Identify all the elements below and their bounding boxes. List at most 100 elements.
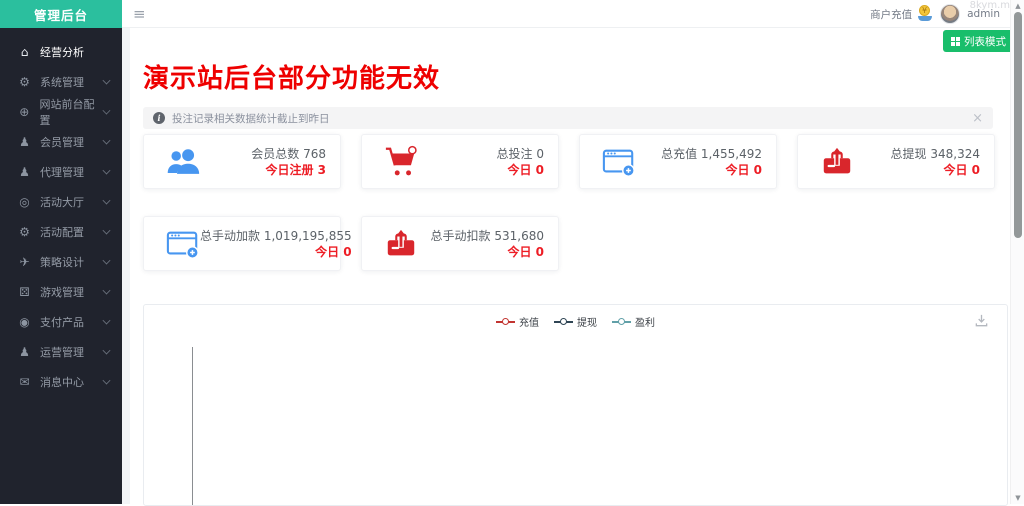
sidebar-item-label: 会员管理 xyxy=(40,134,84,150)
scrollbar-thumb[interactable] xyxy=(1014,12,1022,238)
main-content: 列表模式 演示站后台部分功能无效 i 投注记录相关数据统计截止到昨日 × 会员总… xyxy=(122,28,1024,504)
sidebar-item-site-frontend-config[interactable]: ⊕ 网站前台配置 xyxy=(0,97,122,127)
sidebar-item-payment-products[interactable]: ◉ 支付产品 xyxy=(0,307,122,337)
sidebar-item-label: 活动大厅 xyxy=(40,194,84,210)
sidebar-item-agent-management[interactable]: ♟ 代理管理 xyxy=(0,157,122,187)
payment-icon: ◉ xyxy=(17,315,32,329)
sidebar-item-label: 代理管理 xyxy=(40,164,84,180)
stat-card-manual-credit: 总手动加款 1,019,195,855 今日 0 xyxy=(143,216,341,271)
card-title: 总手动扣款 xyxy=(431,229,491,243)
chart-y-axis xyxy=(192,347,193,505)
line-marker-icon xyxy=(554,321,573,323)
window-add-icon xyxy=(166,227,200,261)
chevron-down-icon xyxy=(103,107,111,115)
coin-hand-icon: ¥ xyxy=(917,5,933,23)
card-sub-label: 今日 xyxy=(507,163,531,177)
sidebar-item-label: 策略设计 xyxy=(40,254,84,270)
chevron-down-icon xyxy=(103,317,111,325)
demo-warning-title: 演示站后台部分功能无效 xyxy=(143,58,440,95)
chevron-down-icon xyxy=(103,167,111,175)
activity-hall-icon: ◎ xyxy=(17,195,32,209)
legend-item-recharge[interactable]: 充值 xyxy=(496,314,539,329)
stat-card-total-recharge: 总充值 1,455,492 今日 0 xyxy=(579,134,777,189)
card-sub-value: 0 xyxy=(536,163,544,177)
hamburger-menu-icon[interactable]: ≡ xyxy=(133,5,146,23)
legend-item-withdrawal[interactable]: 提现 xyxy=(554,314,597,329)
card-sub-value: 0 xyxy=(972,163,980,177)
card-title: 总手动加款 xyxy=(200,229,260,243)
watermark-text: 8kym.m xyxy=(970,0,1010,11)
list-mode-button[interactable]: 列表模式 xyxy=(943,30,1014,52)
briefcase-up-icon xyxy=(820,145,854,179)
list-mode-label: 列表模式 xyxy=(964,34,1006,49)
gear-icon: ⚙ xyxy=(17,75,32,89)
chevron-down-icon xyxy=(103,287,111,295)
sidebar-item-system-management[interactable]: ⚙ 系统管理 xyxy=(0,67,122,97)
sidebar: 管理后台 ⌂ 经营分析 ⚙ 系统管理 ⊕ 网站前台配置 ♟ 会员管理 ♟ 代理管… xyxy=(0,0,122,504)
merchant-recharge-link[interactable]: 商户充值 ¥ xyxy=(870,5,933,23)
avatar[interactable] xyxy=(940,4,960,24)
sidebar-item-strategy-design[interactable]: ✈ 策略设计 xyxy=(0,247,122,277)
sidebar-item-label: 运营管理 xyxy=(40,344,84,360)
card-sub-value: 0 xyxy=(754,163,762,177)
app-logo: 管理后台 xyxy=(0,0,122,28)
legend-item-profit[interactable]: 盈利 xyxy=(612,314,655,329)
card-sub-label: 今日 xyxy=(507,245,531,259)
notice-text: 投注记录相关数据统计截止到昨日 xyxy=(172,111,330,126)
scroll-up-icon[interactable]: ▲ xyxy=(1011,2,1024,10)
merchant-recharge-label: 商户充值 xyxy=(870,7,912,22)
card-value: 1,019,195,855 xyxy=(264,229,352,243)
sidebar-item-member-management[interactable]: ♟ 会员管理 xyxy=(0,127,122,157)
scroll-down-icon[interactable]: ▼ xyxy=(1011,494,1024,502)
users-icon xyxy=(166,145,200,179)
card-title: 会员总数 xyxy=(251,147,299,161)
sidebar-item-operations-management[interactable]: ♟ 运营管理 xyxy=(0,337,122,367)
strategy-icon: ✈ xyxy=(17,255,32,269)
card-value: 768 xyxy=(303,147,326,161)
card-sub-label: 今日 xyxy=(943,163,967,177)
sidebar-item-game-management[interactable]: ⚄ 游戏管理 xyxy=(0,277,122,307)
card-sub-label: 今日注册 xyxy=(265,163,313,177)
sidebar-item-label: 消息中心 xyxy=(40,374,84,390)
close-icon[interactable]: × xyxy=(972,112,983,125)
sidebar-item-activity-hall[interactable]: ◎ 活动大厅 xyxy=(0,187,122,217)
stat-card-members: 会员总数 768 今日注册 3 xyxy=(143,134,341,189)
member-icon: ♟ xyxy=(17,135,32,149)
card-value: 531,680 xyxy=(494,229,544,243)
sidebar-item-message-center[interactable]: ✉ 消息中心 xyxy=(0,367,122,397)
sidebar-menu: ⌂ 经营分析 ⚙ 系统管理 ⊕ 网站前台配置 ♟ 会员管理 ♟ 代理管理 ◎ 活… xyxy=(0,28,122,397)
chevron-down-icon xyxy=(103,197,111,205)
grid-icon xyxy=(951,37,960,46)
card-sub-label: 今日 xyxy=(315,245,339,259)
card-value: 0 xyxy=(536,147,544,161)
globe-icon: ⊕ xyxy=(17,105,31,119)
card-title: 总充值 xyxy=(661,147,697,161)
cart-icon xyxy=(384,145,418,179)
chevron-down-icon xyxy=(103,377,111,385)
scrollbar[interactable]: ▲ ▼ xyxy=(1010,0,1024,504)
activity-config-icon: ⚙ xyxy=(17,225,32,239)
stat-card-total-withdrawal: 总提现 348,324 今日 0 xyxy=(797,134,995,189)
sidebar-item-label: 经营分析 xyxy=(40,44,84,60)
card-sub-value: 3 xyxy=(318,163,326,177)
legend-label: 充值 xyxy=(519,314,539,329)
game-icon: ⚄ xyxy=(17,285,32,299)
chevron-down-icon xyxy=(103,227,111,235)
chart-panel: 充值 提现 盈利 xyxy=(143,304,1008,506)
sidebar-item-label: 活动配置 xyxy=(40,224,84,240)
sidebar-item-business-analysis[interactable]: ⌂ 经营分析 xyxy=(0,37,122,67)
sidebar-item-activity-config[interactable]: ⚙ 活动配置 xyxy=(0,217,122,247)
card-sub-value: 0 xyxy=(343,245,351,259)
sidebar-item-label: 系统管理 xyxy=(40,74,84,90)
briefcase-up-icon xyxy=(384,227,418,261)
chevron-down-icon xyxy=(103,347,111,355)
top-bar: ≡ 商户充值 ¥ admin xyxy=(122,0,1024,28)
stat-cards: 会员总数 768 今日注册 3 总投注 0 xyxy=(143,134,995,271)
dashboard-icon: ⌂ xyxy=(17,45,32,59)
chevron-down-icon xyxy=(103,257,111,265)
message-icon: ✉ xyxy=(17,375,32,389)
notice-bar: i 投注记录相关数据统计截止到昨日 × xyxy=(143,107,993,129)
legend-label: 盈利 xyxy=(635,314,655,329)
download-image-icon[interactable] xyxy=(974,313,989,332)
sidebar-item-label: 网站前台配置 xyxy=(39,96,103,128)
